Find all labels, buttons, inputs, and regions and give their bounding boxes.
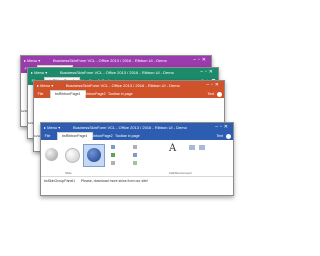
window-title: BusinessSkinForm VCL - Office 2013 / 201… — [66, 83, 180, 88]
tab-toolbar-in-page[interactable]: Toolbar in page — [104, 90, 137, 98]
help-icon[interactable] — [217, 91, 222, 97]
title-bar: ▸ Menu ▾ BusinessSkinForm VCL - Office 2… — [28, 68, 218, 77]
window-controls[interactable]: –▫✕ — [215, 123, 230, 132]
window-controls[interactable]: –▫✕ — [206, 81, 221, 90]
title-bar: ▸ Menu ▾ BusinessSkinForm VCL - Office 2… — [41, 123, 233, 132]
white-orb-icon[interactable] — [65, 148, 80, 163]
blue-orb-icon — [87, 148, 101, 162]
small-tool-icon[interactable] — [133, 145, 137, 149]
file-tab[interactable]: File — [41, 132, 54, 140]
menu-button[interactable]: ▸ Menu ▾ — [31, 68, 47, 77]
file-tab[interactable]: File — [34, 90, 47, 98]
window-title: BusinessSkinForm VCL - Office 2013 / 201… — [53, 58, 167, 63]
status-message: Please, download more skins from our sit… — [81, 179, 148, 183]
text-menu-label[interactable]: Text — [216, 132, 223, 140]
ribbon-group-label-2: bsRibbonGroup2 — [169, 171, 192, 175]
menu-button[interactable]: ▸ Menu ▾ — [44, 123, 60, 132]
text-tool-icon[interactable] — [199, 145, 205, 150]
status-bar: bsSkinGroupPanel1 Please, download more … — [41, 177, 233, 185]
small-tool-icon[interactable] — [111, 145, 115, 149]
title-bar: ▸ Menu ▾ BusinessSkinForm VCL - Office 2… — [21, 56, 211, 65]
small-tool-icon[interactable] — [133, 153, 137, 157]
window-controls[interactable]: –▫✕ — [193, 56, 208, 65]
tab-toolbar-in-page[interactable]: Toolbar in page — [111, 132, 144, 140]
small-tool-icon[interactable] — [111, 153, 115, 157]
menu-button[interactable]: ▸ Menu ▾ — [37, 81, 53, 90]
text-tool-icon[interactable] — [189, 145, 195, 150]
window-controls[interactable]: –▫✕ — [200, 68, 215, 77]
window-title: BusinessSkinForm VCL - Office 2013 / 201… — [73, 125, 187, 130]
window-blue: ▸ Menu ▾ BusinessSkinForm VCL - Office 2… — [40, 122, 234, 196]
gray-orb-icon[interactable] — [45, 148, 58, 161]
font-a-icon[interactable]: A — [169, 143, 176, 154]
window-title: BusinessSkinForm VCL - Office 2013 / 201… — [60, 70, 174, 75]
small-tool-icon[interactable] — [133, 161, 137, 165]
menu-button[interactable]: ▸ Menu ▾ — [24, 56, 40, 65]
ribbon-group-label-slide: Slide — [65, 171, 72, 175]
help-icon[interactable] — [226, 133, 231, 139]
text-menu-label[interactable]: Text — [207, 90, 214, 98]
blue-orb-button[interactable] — [83, 144, 105, 167]
ribbon-tab-row: File bsRibbonPage1 bsRibbonPage2 Toolbar… — [41, 132, 233, 140]
status-left-label: bsSkinGroupPanel1 — [44, 179, 76, 183]
small-tool-icon[interactable] — [111, 161, 115, 165]
title-bar: ▸ Menu ▾ BusinessSkinForm VCL - Office 2… — [34, 81, 224, 90]
ribbon-tab-row: File bsRibbonPage1 bsRibbonPage2 Toolbar… — [34, 90, 224, 98]
ribbon-panel: A Slide bsRibbonGroup2 — [41, 140, 233, 177]
